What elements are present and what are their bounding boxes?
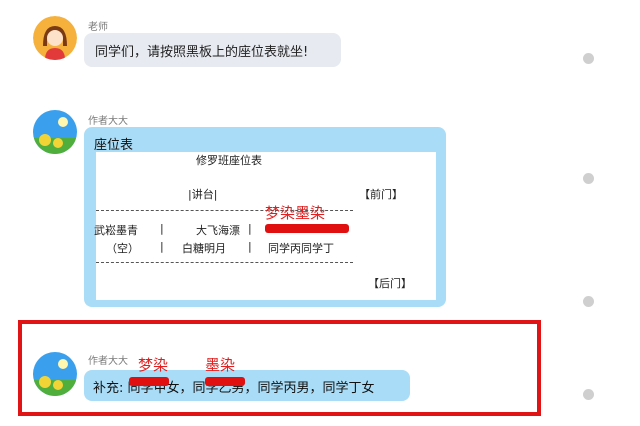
handwritten-annotation: 梦染 [138, 356, 169, 374]
redaction-mark [129, 377, 169, 386]
highlight-box [18, 320, 541, 416]
seat-divider: | [248, 240, 252, 253]
seat-divider: | [248, 222, 252, 235]
front-door-label: 【前门】 [359, 188, 403, 201]
handwritten-annotation: 梦染墨染 [265, 204, 326, 222]
sender-name: 作者大大 [88, 356, 128, 367]
message-status-dot [583, 296, 594, 307]
seating-chart-label: 座位表 [94, 138, 134, 153]
sender-name: 作者大大 [88, 116, 128, 127]
seat-divider: | [160, 222, 164, 235]
author-avatar[interactable] [33, 352, 77, 396]
seating-title: 修罗班座位表 [196, 154, 262, 167]
seat-cell: 大飞海漂 [196, 224, 240, 237]
teacher-avatar[interactable] [33, 16, 77, 60]
message-text: 同学们，请按照黑板上的座位表就坐! [95, 45, 309, 60]
message-status-dot [583, 173, 594, 184]
redaction-mark [205, 377, 245, 386]
seat-cell: 武崧墨青 [94, 224, 138, 237]
divider-line [96, 262, 353, 263]
back-door-label: 【后门】 [368, 277, 412, 290]
message-status-dot [583, 53, 594, 64]
seat-cell: 同学丙同学丁 [268, 242, 334, 255]
podium-label: |讲台| [188, 188, 218, 201]
redaction-mark [265, 224, 349, 233]
seat-cell: （空） [106, 242, 139, 255]
message-status-dot [583, 389, 594, 400]
handwritten-annotation: 墨染 [205, 356, 236, 374]
message-bubble[interactable]: 同学们，请按照黑板上的座位表就坐! [84, 33, 341, 67]
author-avatar[interactable] [33, 110, 77, 154]
seat-divider: | [160, 240, 164, 253]
seat-cell: 白糖明月 [182, 242, 226, 255]
sender-name: 老师 [88, 22, 108, 33]
